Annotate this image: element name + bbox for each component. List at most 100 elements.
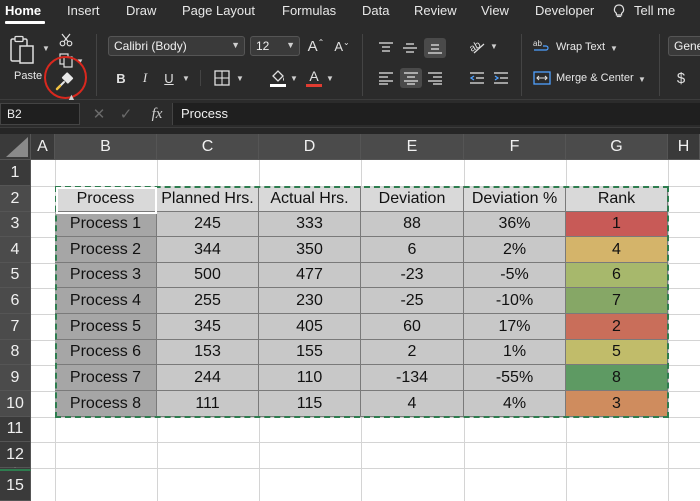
row-header-10[interactable]: 10 <box>0 391 31 417</box>
align-top-icon[interactable] <box>376 38 396 58</box>
cell-g3[interactable]: 1 <box>566 212 668 237</box>
cell-b8[interactable]: Process 6 <box>55 340 157 365</box>
underline-button[interactable]: U <box>160 68 178 88</box>
decrease-indent-icon[interactable] <box>467 68 487 88</box>
cell-g2[interactable]: Rank <box>566 186 668 212</box>
merge-center-chevron-icon[interactable]: ▼ <box>638 75 646 84</box>
cell-d10[interactable]: 115 <box>259 391 361 417</box>
cell-d9[interactable]: 110 <box>259 365 361 391</box>
cell-c8[interactable]: 153 <box>157 340 259 365</box>
cell-g10[interactable]: 3 <box>566 391 668 417</box>
cell-g7[interactable]: 2 <box>566 314 668 340</box>
borders-icon[interactable] <box>212 68 232 88</box>
select-all-corner[interactable] <box>0 134 31 160</box>
merge-center-icon[interactable] <box>532 69 552 87</box>
tab-review[interactable]: Review <box>414 3 457 18</box>
cell-f6[interactable]: -10% <box>464 288 566 314</box>
tab-draw[interactable]: Draw <box>126 3 156 18</box>
row-header-5[interactable]: 5 <box>0 263 31 288</box>
borders-dropdown-chevron-icon[interactable]: ▼ <box>236 74 244 83</box>
paste-label[interactable]: Paste <box>14 70 42 82</box>
row-header-3[interactable]: 3 <box>0 212 31 237</box>
column-header-f[interactable]: F <box>464 134 566 160</box>
tab-developer[interactable]: Developer <box>535 3 594 18</box>
decrease-font-size-button[interactable]: A ⌄ <box>332 36 352 56</box>
cell-g6[interactable]: 7 <box>566 288 668 314</box>
cell-c10[interactable]: 111 <box>157 391 259 417</box>
cell-g4[interactable]: 4 <box>566 237 668 263</box>
cell-c6[interactable]: 255 <box>157 288 259 314</box>
cell-b2[interactable]: Process <box>55 186 157 212</box>
fill-color-bucket-icon[interactable] <box>268 66 288 90</box>
cell-c5[interactable]: 500 <box>157 263 259 288</box>
cell-c4[interactable]: 344 <box>157 237 259 263</box>
cell-d2[interactable]: Actual Hrs. <box>259 186 361 212</box>
cell-e8[interactable]: 2 <box>361 340 464 365</box>
cell-f10[interactable]: 4% <box>464 391 566 417</box>
wrap-text-icon[interactable]: ab <box>532 38 552 56</box>
row-header-12[interactable]: 12 <box>0 442 31 468</box>
fill-color-dropdown-chevron-icon[interactable]: ▼ <box>290 74 298 83</box>
font-color-dropdown-chevron-icon[interactable]: ▼ <box>326 74 334 83</box>
cell-c9[interactable]: 244 <box>157 365 259 391</box>
merge-center-button[interactable]: Merge & Center <box>556 72 634 84</box>
font-name-select[interactable]: Calibri (Body) ▼ <box>108 36 245 56</box>
cell-f2[interactable]: Deviation % <box>464 186 566 212</box>
cell-b6[interactable]: Process 4 <box>55 288 157 314</box>
align-center-icon[interactable] <box>401 68 421 88</box>
row-header-7[interactable]: 7 <box>0 314 31 340</box>
column-header-c[interactable]: C <box>157 134 259 160</box>
tell-me-search[interactable]: Tell me <box>634 3 675 18</box>
cell-e10[interactable]: 4 <box>361 391 464 417</box>
cell-f3[interactable]: 36% <box>464 212 566 237</box>
align-middle-icon[interactable] <box>400 38 420 58</box>
increase-font-size-button[interactable]: A ⌃ <box>306 36 326 56</box>
font-size-select[interactable]: 12 ▼ <box>250 36 300 56</box>
cell-b7[interactable]: Process 5 <box>55 314 157 340</box>
column-header-a[interactable]: A <box>31 134 55 160</box>
tab-insert[interactable]: Insert <box>67 3 100 18</box>
row-header-11[interactable]: 11 <box>0 417 31 442</box>
cell-e5[interactable]: -23 <box>361 263 464 288</box>
cell-g8[interactable]: 5 <box>566 340 668 365</box>
cell-e7[interactable]: 60 <box>361 314 464 340</box>
cell-d7[interactable]: 405 <box>259 314 361 340</box>
column-header-b[interactable]: B <box>55 134 157 160</box>
cell-e6[interactable]: -25 <box>361 288 464 314</box>
cell-d4[interactable]: 350 <box>259 237 361 263</box>
italic-button[interactable]: I <box>136 68 154 88</box>
text-orientation-icon[interactable]: ab <box>467 36 487 56</box>
cell-d5[interactable]: 477 <box>259 263 361 288</box>
name-box[interactable]: B2 <box>0 103 80 125</box>
currency-format-button[interactable]: $ <box>674 68 688 88</box>
cell-b4[interactable]: Process 2 <box>55 237 157 263</box>
orientation-dropdown-chevron-icon[interactable]: ▼ <box>490 42 498 51</box>
cell-e9[interactable]: -134 <box>361 365 464 391</box>
tab-home[interactable]: Home <box>5 3 41 18</box>
cell-e3[interactable]: 88 <box>361 212 464 237</box>
cell-b3[interactable]: Process 1 <box>55 212 157 237</box>
tab-page-layout[interactable]: Page Layout <box>182 3 255 18</box>
tab-formulas[interactable]: Formulas <box>282 3 336 18</box>
row-header-4[interactable]: 4 <box>0 237 31 263</box>
number-format-select[interactable]: Gene <box>668 36 700 56</box>
cell-b10[interactable]: Process 8 <box>55 391 157 417</box>
formula-input[interactable]: Process <box>172 103 700 125</box>
underline-dropdown-chevron-icon[interactable]: ▼ <box>182 74 190 83</box>
column-header-d[interactable]: D <box>259 134 361 160</box>
align-left-icon[interactable] <box>376 68 396 88</box>
wrap-text-chevron-icon[interactable]: ▼ <box>610 44 618 53</box>
font-color-button[interactable]: A <box>304 66 324 90</box>
increase-indent-icon[interactable] <box>491 68 511 88</box>
row-header-6[interactable]: 6 <box>0 288 31 314</box>
confirm-check-icon[interactable]: ✓ <box>119 106 133 123</box>
cell-c3[interactable]: 245 <box>157 212 259 237</box>
row-header-2[interactable]: 2 <box>0 186 31 212</box>
cell-d8[interactable]: 155 <box>259 340 361 365</box>
row-header-8[interactable]: 8 <box>0 340 31 365</box>
insert-function-fx-button[interactable]: fx <box>147 105 167 123</box>
paste-dropdown-chevron-icon[interactable]: ▼ <box>42 44 50 53</box>
cell-d6[interactable]: 230 <box>259 288 361 314</box>
bold-button[interactable]: B <box>112 68 130 88</box>
cell-f7[interactable]: 17% <box>464 314 566 340</box>
